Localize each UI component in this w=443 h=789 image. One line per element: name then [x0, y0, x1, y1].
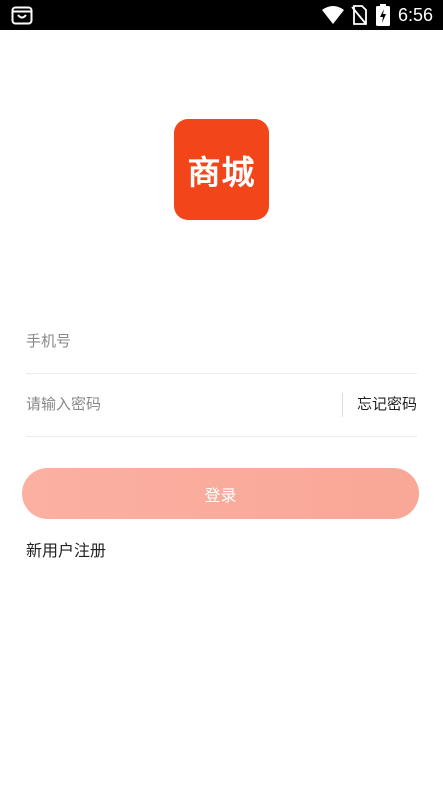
status-bar: 6:56 [0, 0, 443, 30]
login-button[interactable]: 登录 [22, 468, 419, 519]
field-divider [342, 393, 343, 417]
battery-charging-icon [376, 4, 390, 30]
password-field: 忘记密码 [26, 373, 417, 437]
password-input[interactable] [26, 373, 326, 435]
forgot-password-link[interactable]: 忘记密码 [357, 373, 417, 435]
phone-input[interactable] [26, 310, 417, 372]
register-link[interactable]: 新用户注册 [26, 540, 106, 562]
wifi-icon [322, 6, 344, 28]
clock-time: 6:56 [398, 5, 434, 25]
phone-field [26, 310, 417, 374]
no-sim-icon [351, 5, 367, 29]
app-logo: 商城 [174, 119, 269, 220]
shopping-bag-icon [11, 4, 33, 26]
logo-text: 商城 [187, 152, 256, 192]
